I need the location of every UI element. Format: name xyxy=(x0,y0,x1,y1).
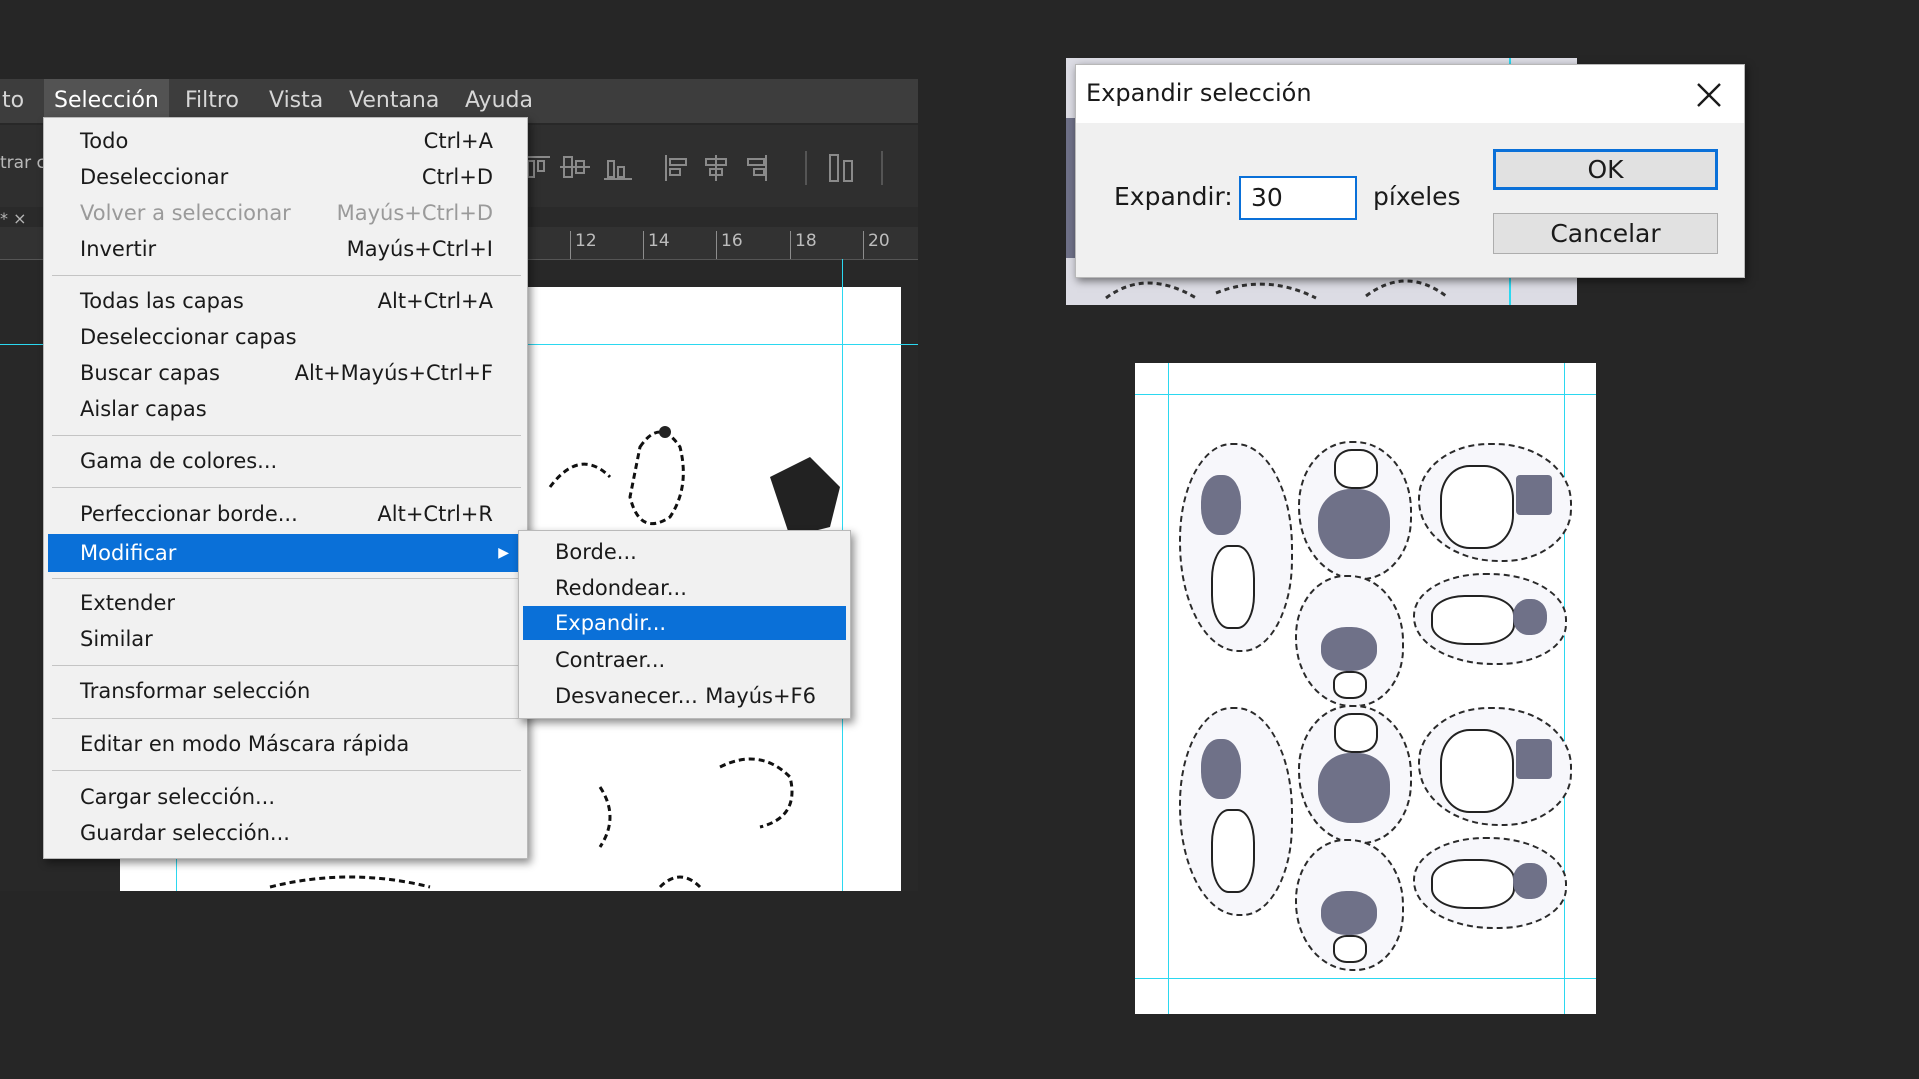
ruler-tick: 16 xyxy=(716,231,743,259)
submenu-item-borde[interactable]: Borde... xyxy=(523,535,846,569)
document-tab[interactable]: * × xyxy=(0,209,27,228)
close-icon[interactable] xyxy=(1696,82,1722,108)
menu-item-mascara-rapida[interactable]: Editar en modo Máscara rápida xyxy=(48,727,523,761)
dialog-titlebar: Expandir selección xyxy=(1076,65,1744,123)
align-vcenter-icon xyxy=(560,156,590,178)
sticker-cat-umbrella xyxy=(1179,707,1293,916)
menu-item-modificar[interactable]: Modificar ▶ xyxy=(48,534,523,572)
align-right-icon xyxy=(747,155,767,181)
align-icons-group xyxy=(524,151,883,185)
menu-separator xyxy=(52,665,521,666)
submenu-item-desvanecer[interactable]: Desvanecer... Mayús+F6 xyxy=(523,679,846,713)
submenu-item-contraer[interactable]: Contraer... xyxy=(523,643,846,677)
sticker-cat-lying xyxy=(1413,573,1567,665)
menu-separator xyxy=(52,578,521,579)
menu-separator xyxy=(52,435,521,436)
ruler-tick: 12 xyxy=(570,231,597,259)
menu-item-cargar-seleccion[interactable]: Cargar selección... xyxy=(48,780,523,814)
expandir-seleccion-dialog: Expandir selección Expandir: 30 píxeles … xyxy=(1075,64,1745,278)
cancel-button[interactable]: Cancelar xyxy=(1493,213,1718,254)
guide-line xyxy=(842,259,843,287)
submenu-arrow-icon: ▶ xyxy=(498,545,509,561)
dialog-title: Expandir selección xyxy=(1086,79,1312,107)
sticker-cat-lying xyxy=(1413,837,1567,929)
menu-item-todas-las-capas[interactable]: Todas las capas Alt+Ctrl+A xyxy=(48,284,523,318)
guide-line xyxy=(1168,363,1169,1014)
sticker-cat-laptop xyxy=(1418,443,1572,562)
unit-label: píxeles xyxy=(1373,182,1461,211)
expandir-label: Expandir: xyxy=(1114,182,1233,211)
menu-item-perfeccionar-borde[interactable]: Perfeccionar borde... Alt+Ctrl+R xyxy=(48,497,523,531)
expandir-input[interactable]: 30 xyxy=(1239,176,1357,220)
ruler-tick: 20 xyxy=(863,231,890,259)
sticker-cat-upside-down xyxy=(1295,575,1404,707)
distribute-icon xyxy=(829,154,853,182)
menu-item-gama-de-colores[interactable]: Gama de colores... xyxy=(48,444,523,478)
ruler-tick: 18 xyxy=(790,231,817,259)
menu-separator xyxy=(52,487,521,488)
options-label: trar c xyxy=(0,153,46,173)
guide-line xyxy=(1564,363,1565,1014)
ruler-tick: 14 xyxy=(643,231,670,259)
menu-item-transformar-seleccion[interactable]: Transformar selección xyxy=(48,674,523,708)
align-left-icon xyxy=(665,155,687,181)
menu-item-similar[interactable]: Similar xyxy=(48,622,523,656)
menu-item-todo[interactable]: Todo Ctrl+A xyxy=(48,124,523,158)
align-hcenter-icon xyxy=(705,155,727,181)
menu-item-aislar-capas[interactable]: Aislar capas xyxy=(48,392,523,426)
ok-button[interactable]: OK xyxy=(1493,149,1718,190)
menu-item-deseleccionar-capas[interactable]: Deseleccionar capas xyxy=(48,320,523,354)
sticker-cat-umbrella xyxy=(1179,443,1293,652)
menu-item-guardar-seleccion[interactable]: Guardar selección... xyxy=(48,816,523,850)
preview-sticker-sheet xyxy=(1135,363,1596,1014)
menu-texto[interactable]: to xyxy=(0,79,34,123)
menu-item-volver-a-seleccionar: Volver a seleccionar Mayús+Ctrl+D xyxy=(80,201,493,225)
guide-line xyxy=(1135,394,1596,395)
sticker-cat-sitting xyxy=(1298,705,1412,844)
menu-item-extender[interactable]: Extender xyxy=(48,586,523,620)
seleccion-menu: Todo Ctrl+A Deseleccionar Ctrl+D Volver a … xyxy=(43,117,528,859)
sticker-cat-laptop xyxy=(1418,707,1572,826)
menu-item-buscar-capas[interactable]: Buscar capas Alt+Mayús+Ctrl+F xyxy=(48,356,523,390)
submenu-item-expandir[interactable]: Expandir... xyxy=(523,606,846,640)
modificar-submenu: Borde... Redondear... Expandir... Contra… xyxy=(518,530,851,719)
sticker-cat-sitting xyxy=(1298,441,1412,580)
menu-separator xyxy=(52,718,521,719)
menu-item-invertir[interactable]: Invertir Mayús+Ctrl+I xyxy=(48,232,523,266)
sticker-cat-upside-down xyxy=(1295,839,1404,971)
align-bottom-icon xyxy=(604,160,632,180)
menu-item-deseleccionar[interactable]: Deseleccionar Ctrl+D xyxy=(48,160,523,194)
submenu-item-redondear[interactable]: Redondear... xyxy=(523,571,846,605)
menu-separator xyxy=(52,770,521,771)
menu-separator xyxy=(52,275,521,276)
guide-line xyxy=(1135,978,1596,979)
